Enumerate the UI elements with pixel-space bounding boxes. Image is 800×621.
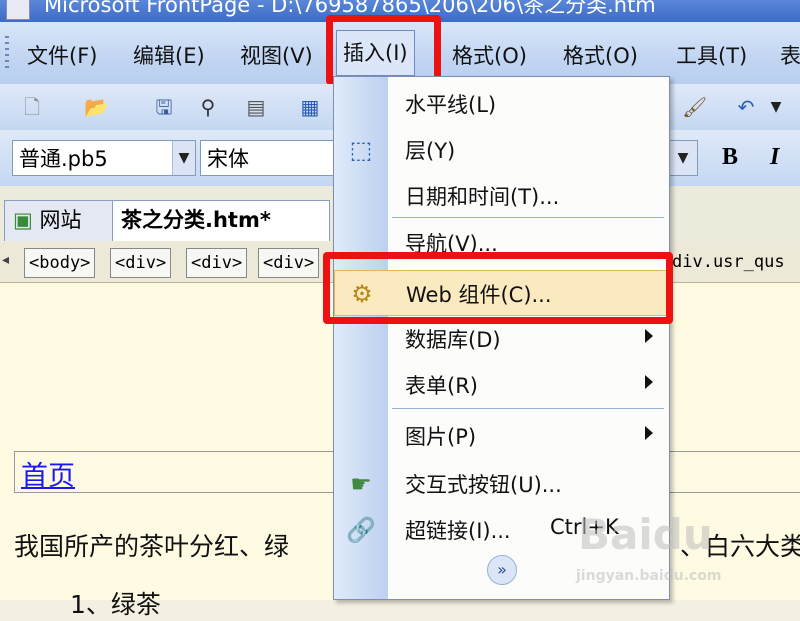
menu-item-form[interactable]: 表单(R) bbox=[334, 362, 669, 408]
hyperlink-icon: 🔗 bbox=[346, 516, 376, 544]
tab-document[interactable]: 茶之分类.htm* bbox=[112, 200, 330, 241]
expand-menu-chevron-icon[interactable]: » bbox=[487, 555, 517, 585]
tab-document-label: 茶之分类.htm* bbox=[121, 208, 271, 232]
font-combo-value: 宋体 bbox=[207, 147, 249, 171]
list-item: 1、绿茶 bbox=[70, 590, 161, 619]
toolbar-grip[interactable] bbox=[5, 36, 9, 70]
menu-view[interactable]: 视图(V) bbox=[240, 40, 313, 70]
submenu-arrow-icon bbox=[645, 329, 653, 343]
layer-icon: ⬚ bbox=[349, 136, 373, 164]
home-link[interactable]: 首页 bbox=[21, 454, 75, 493]
bold-button[interactable]: B bbox=[722, 144, 738, 171]
menu-edit[interactable]: 编辑(E) bbox=[133, 40, 205, 70]
tag-div[interactable]: <div> bbox=[186, 248, 248, 278]
menu-separator bbox=[392, 408, 664, 409]
undo-icon[interactable]: ↶ bbox=[734, 95, 758, 119]
italic-button[interactable]: I bbox=[770, 144, 779, 171]
paragraph-text: 我国所产的茶叶分红、绿 bbox=[14, 532, 290, 561]
font-combo[interactable]: 宋体 bbox=[200, 140, 340, 176]
tag-div[interactable]: <div> bbox=[110, 248, 172, 278]
menu-separator bbox=[392, 217, 664, 218]
style-combo[interactable]: 普通.pb5 ▼ bbox=[12, 140, 196, 176]
tab-website-label: 网站 bbox=[39, 208, 82, 232]
submenu-arrow-icon bbox=[645, 375, 653, 389]
menu-item-layer[interactable]: ⬚ 层(Y) bbox=[334, 127, 669, 173]
web-component-highlight-box bbox=[323, 252, 673, 324]
submenu-arrow-icon bbox=[645, 426, 653, 440]
menu-item-picture[interactable]: 图片(P) bbox=[334, 413, 669, 459]
chevron-down-icon[interactable]: ▼ bbox=[764, 95, 788, 119]
tag-div[interactable]: <div> bbox=[258, 248, 320, 278]
font-size-combo[interactable]: ▼ bbox=[668, 140, 698, 176]
interactive-button-icon: ☛ bbox=[350, 470, 372, 498]
chevron-down-icon[interactable]: ▼ bbox=[172, 141, 195, 175]
watermark-text: Baidu bbox=[578, 510, 713, 559]
menu-item-date-time[interactable]: 日期和时间(T)... bbox=[334, 173, 669, 219]
website-icon: ▣ bbox=[13, 208, 33, 232]
menu-format-2[interactable]: 格式(O) bbox=[563, 40, 638, 70]
publish-icon[interactable]: ▤ bbox=[244, 95, 268, 119]
window-title: Microsoft FrontPage - D:\769587865\206\2… bbox=[44, 0, 656, 17]
menu-item-horizontal-line[interactable]: 水平线(L) bbox=[334, 81, 669, 127]
menu-format[interactable]: 格式(O) bbox=[452, 40, 527, 70]
tag-div-usr-qus[interactable]: div.usr_qus bbox=[668, 248, 789, 276]
search-icon[interactable]: ⚲ bbox=[196, 95, 220, 119]
open-folder-icon[interactable]: 📂 bbox=[84, 95, 109, 119]
tab-website[interactable]: ▣ 网站 bbox=[4, 200, 116, 241]
menu-table[interactable]: 表 bbox=[780, 40, 800, 70]
format-painter-icon[interactable]: 🖌 bbox=[682, 95, 707, 119]
table-icon[interactable]: ▦ bbox=[298, 95, 322, 119]
watermark-url: jingyan.baidu.com bbox=[576, 568, 722, 584]
tag-body[interactable]: <body> bbox=[24, 248, 96, 278]
style-combo-value: 普通.pb5 bbox=[19, 147, 108, 171]
scroll-left-icon[interactable]: ◂ bbox=[2, 252, 9, 268]
baidu-watermark: Baidu jingyan.baidu.com bbox=[548, 500, 798, 595]
menu-file[interactable]: 文件(F) bbox=[27, 40, 97, 70]
chevron-down-icon[interactable]: ▼ bbox=[669, 141, 697, 175]
menu-tools[interactable]: 工具(T) bbox=[676, 40, 747, 70]
frontpage-app-icon bbox=[6, 0, 30, 20]
insert-highlight-box bbox=[326, 15, 441, 85]
save-icon[interactable]: 🖫 bbox=[152, 95, 176, 119]
new-page-icon[interactable]: 🗋 bbox=[20, 95, 44, 119]
